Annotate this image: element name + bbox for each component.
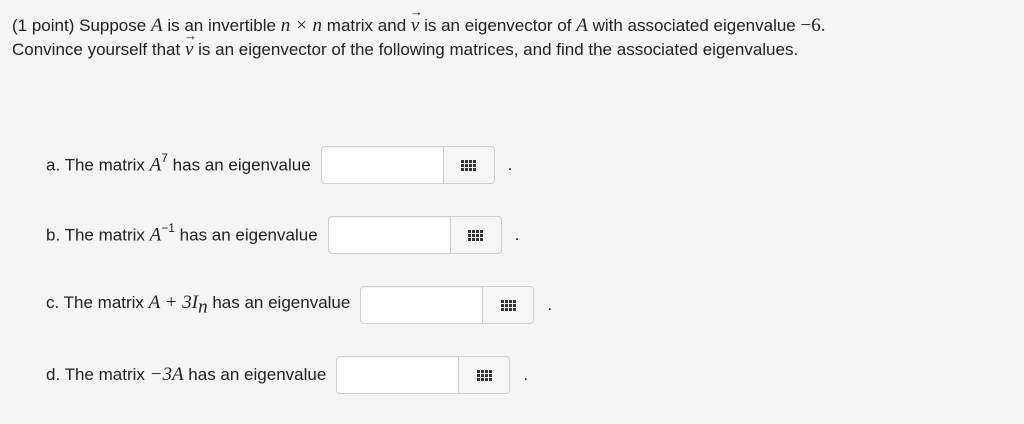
answer-input-a[interactable]	[320, 146, 443, 184]
math-vector-v: → v	[409, 4, 423, 36]
answer-group-b	[327, 216, 502, 254]
matrix-button-a[interactable]	[442, 146, 495, 184]
statement-line-1: (1 point) Suppose A is an invertible n ×…	[12, 4, 1012, 38]
part-a-label: a. The matrix A7 has an eigenvalue	[46, 151, 311, 176]
problem-statement: (1 point) Suppose A is an invertible n ×…	[12, 4, 1012, 62]
problem-container: (1 point) Suppose A is an invertible n ×…	[0, 0, 1024, 424]
period: .	[507, 155, 513, 174]
math-A: A	[576, 15, 588, 36]
grid-icon	[461, 159, 477, 171]
statement-text: Suppose	[79, 16, 147, 35]
grid-icon	[476, 369, 492, 381]
statement-text: is an eigenvector of	[424, 16, 572, 35]
statement-text: matrix and	[326, 16, 407, 35]
statement-text: is an eigenvector of the following matri…	[198, 40, 799, 59]
answer-input-c[interactable]	[360, 286, 483, 324]
statement-text: Convince yourself that	[12, 40, 181, 59]
math-dim: n × n	[280, 15, 323, 36]
statement-line-2: Convince yourself that → v is an eigenvec…	[12, 28, 1012, 62]
part-d-label: d. The matrix −3A has an eigenvalue	[46, 364, 327, 385]
part-c: c. The matrix A + 3In has an eigenvalue …	[46, 285, 552, 325]
part-d: d. The matrix −3A has an eigenvalue .	[46, 355, 528, 395]
points-label: (1 point)	[12, 16, 75, 35]
part-b: b. The matrix A−1 has an eigenvalue .	[46, 215, 519, 255]
part-c-label: c. The matrix A + 3In has an eigenvalue	[46, 291, 351, 318]
answer-input-b[interactable]	[327, 216, 450, 254]
answer-input-d[interactable]	[336, 356, 459, 394]
grid-icon	[468, 229, 484, 241]
answer-group-c	[360, 286, 535, 324]
statement-text: with associated eigenvalue	[592, 16, 796, 35]
answer-group-a	[320, 146, 495, 184]
matrix-button-d[interactable]	[458, 356, 511, 394]
period: .	[547, 295, 553, 314]
given-eigenvalue: −6.	[800, 15, 826, 36]
grid-icon	[500, 299, 516, 311]
math-vector-v: → v	[183, 28, 197, 60]
period: .	[514, 225, 520, 244]
matrix-button-b[interactable]	[449, 216, 502, 254]
math-A: A	[150, 15, 163, 36]
matrix-button-c[interactable]	[482, 286, 535, 324]
period: .	[523, 365, 529, 384]
part-a: a. The matrix A7 has an eigenvalue .	[46, 145, 512, 185]
answer-group-d	[336, 356, 511, 394]
part-b-label: b. The matrix A−1 has an eigenvalue	[46, 221, 318, 246]
